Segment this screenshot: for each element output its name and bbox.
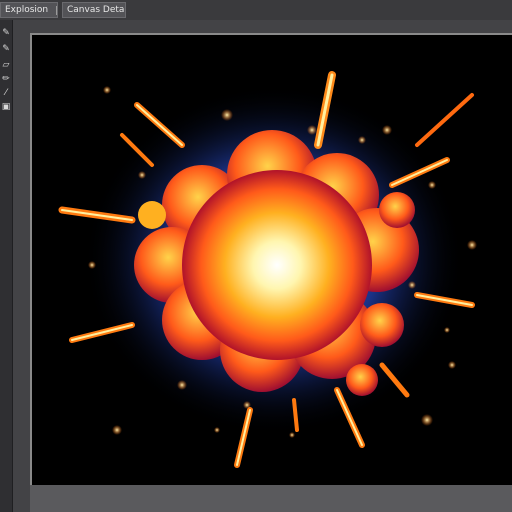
tab-canvas-detail[interactable]: Canvas Detail bbox=[62, 2, 126, 18]
tab-label: Explosion bbox=[5, 5, 49, 15]
pencil-icon[interactable]: ✏ bbox=[1, 74, 11, 84]
canvas[interactable] bbox=[30, 33, 512, 485]
eraser-icon[interactable]: ▱ bbox=[1, 60, 11, 70]
explosion-artwork bbox=[58, 71, 477, 468]
image-icon[interactable]: ▣ bbox=[1, 102, 11, 112]
pen-icon[interactable]: ✎ bbox=[1, 44, 11, 54]
status-strip bbox=[30, 485, 512, 512]
tab-bar: Explosion Canvas Detail bbox=[0, 0, 512, 20]
tool-panel: ✎ ✎ ▱ ✏ ⁄ ▣ bbox=[0, 20, 13, 512]
explosion-core bbox=[182, 170, 372, 360]
tab-label: Canvas Detail bbox=[67, 5, 126, 15]
brush-icon[interactable]: ✎ bbox=[1, 28, 11, 38]
tab-separator bbox=[56, 6, 57, 15]
tab-explosion[interactable]: Explosion bbox=[0, 2, 58, 18]
wand-icon[interactable]: ⁄ bbox=[1, 88, 11, 98]
